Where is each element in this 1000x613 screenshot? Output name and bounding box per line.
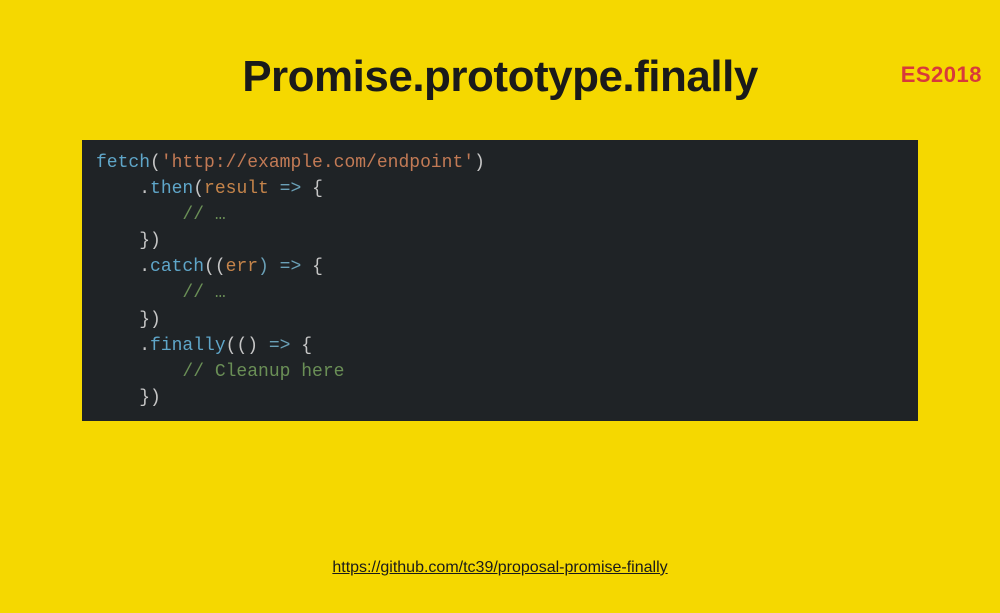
code-token: . [96,179,150,199]
code-token: catch [150,257,204,277]
code-token: . [96,257,150,277]
code-token: { [312,179,323,199]
code-token: result [204,179,269,199]
code-token: ( [193,179,204,199]
code-token [96,283,182,303]
code-token: err [226,257,258,277]
code-token [96,388,139,408]
code-token: { [301,336,312,356]
code-token: // … [182,205,225,225]
code-token: finally [150,336,226,356]
code-token: fetch [96,153,150,173]
code-token [96,205,182,225]
code-token: ) [474,153,485,173]
code-token [96,362,182,382]
code-token: }) [139,310,161,330]
code-token: // Cleanup here [182,362,344,382]
footer-link-container: https://github.com/tc39/proposal-promise… [0,559,1000,577]
code-token: . [96,336,150,356]
code-token: }) [139,231,161,251]
code-token: }) [139,388,161,408]
code-token: (() [226,336,269,356]
code-token [96,231,139,251]
code-token: 'http://example.com/endpoint' [161,153,474,173]
code-token: { [312,257,323,277]
code-token [96,310,139,330]
code-token: // … [182,283,225,303]
code-token: ) => [258,257,312,277]
code-token: then [150,179,193,199]
proposal-link[interactable]: https://github.com/tc39/proposal-promise… [332,559,667,576]
version-badge: ES2018 [901,62,982,88]
code-block: fetch('http://example.com/endpoint') .th… [82,140,918,421]
code-token: => [269,179,312,199]
code-token: (( [204,257,226,277]
code-token: => [269,336,301,356]
code-token: ( [150,153,161,173]
slide-title: Promise.prototype.finally [0,52,1000,102]
